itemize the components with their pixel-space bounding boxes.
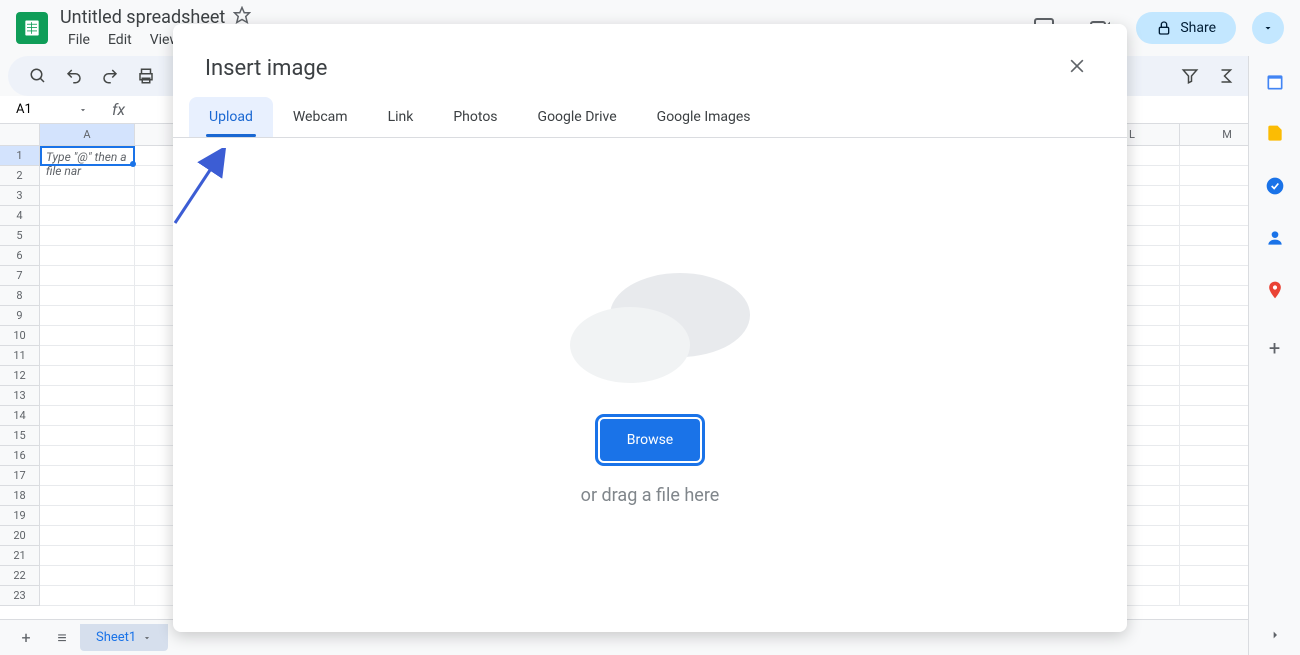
browse-button[interactable]: Browse	[600, 419, 700, 461]
modal-title: Insert image	[205, 56, 327, 81]
insert-image-modal: Insert image Upload Webcam Link Photos G…	[173, 24, 1127, 632]
drag-text: or drag a file here	[581, 485, 720, 506]
tab-google-drive[interactable]: Google Drive	[518, 97, 637, 137]
modal-header: Insert image	[173, 24, 1127, 97]
tab-photos[interactable]: Photos	[433, 97, 517, 137]
tab-link[interactable]: Link	[368, 97, 434, 137]
modal-overlay: Insert image Upload Webcam Link Photos G…	[0, 0, 1300, 655]
close-icon[interactable]	[1059, 48, 1095, 89]
tab-upload[interactable]: Upload	[189, 97, 273, 137]
tab-webcam[interactable]: Webcam	[273, 97, 368, 137]
cloud-icon	[530, 265, 770, 395]
tab-google-images[interactable]: Google Images	[637, 97, 771, 137]
modal-tabs: Upload Webcam Link Photos Google Drive G…	[173, 97, 1127, 138]
modal-body: Browse or drag a file here	[173, 138, 1127, 632]
